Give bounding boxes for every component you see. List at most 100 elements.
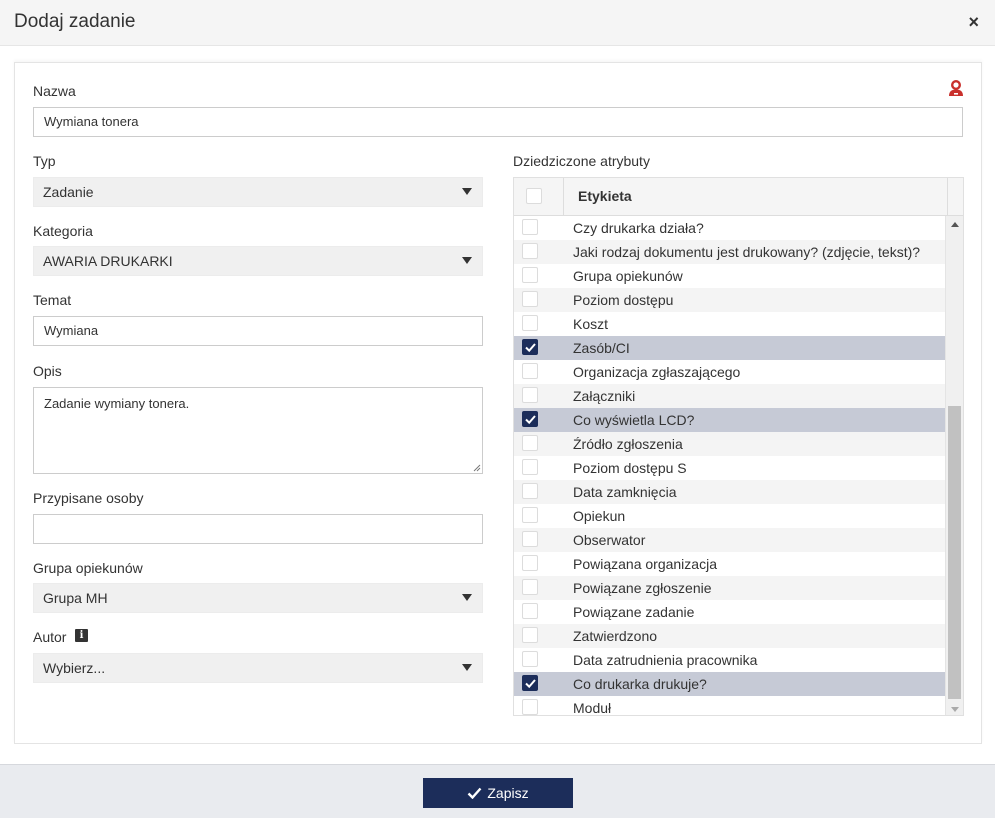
table-row[interactable]: Czy drukarka działa? xyxy=(514,216,946,240)
column-header-etykieta[interactable]: Etykieta xyxy=(578,188,632,204)
checkbox[interactable] xyxy=(522,531,538,547)
select-all-checkbox[interactable] xyxy=(526,188,542,204)
form-panel: Nazwa Wymiana tonera Typ Zadanie Kategor… xyxy=(14,62,982,744)
table-row[interactable]: Obserwator xyxy=(514,528,946,552)
table-row[interactable]: Grupa opiekunów xyxy=(514,264,946,288)
select-all-cell xyxy=(514,178,564,215)
autor-select[interactable]: Wybierz... xyxy=(33,653,483,683)
row-label: Załączniki xyxy=(573,388,636,404)
checkbox[interactable] xyxy=(522,291,538,307)
checkbox-checked[interactable] xyxy=(522,411,538,427)
checkbox[interactable] xyxy=(522,459,538,475)
row-label: Co wyświetla LCD? xyxy=(573,412,695,428)
row-label: Koszt xyxy=(573,316,609,332)
scroll-up-icon[interactable] xyxy=(951,222,959,227)
row-label: Czy drukarka działa? xyxy=(573,220,704,236)
attributes-label: Dziedziczone atrybuty xyxy=(513,153,650,169)
table-row[interactable]: Powiązane zgłoszenie xyxy=(514,576,946,600)
checkbox[interactable] xyxy=(522,483,538,499)
temat-label: Temat xyxy=(33,292,72,308)
table-header: Etykieta xyxy=(514,178,963,216)
table-row[interactable]: Zatwierdzono xyxy=(514,624,946,648)
table-row[interactable]: Organizacja zgłaszającego xyxy=(514,360,946,384)
user-alert-icon[interactable] xyxy=(948,79,964,97)
table-row[interactable]: Poziom dostępu S xyxy=(514,456,946,480)
table-row[interactable]: Co wyświetla LCD? xyxy=(514,408,946,432)
nazwa-label: Nazwa xyxy=(33,83,76,99)
attributes-rows: Czy drukarka działa? Jaki rodzaj dokument… xyxy=(514,216,946,715)
opis-textarea[interactable]: Zadanie wymiany tonera. xyxy=(33,387,483,474)
checkbox-checked[interactable] xyxy=(522,339,538,355)
checkbox[interactable] xyxy=(522,219,538,235)
checkbox[interactable] xyxy=(522,243,538,259)
row-label: Data zatrudnienia pracownika xyxy=(573,652,758,668)
resize-grip-icon[interactable] xyxy=(473,464,481,472)
checkbox[interactable] xyxy=(522,507,538,523)
chevron-down-icon xyxy=(462,257,472,264)
table-row[interactable]: Źródło zgłoszenia xyxy=(514,432,946,456)
temat-input[interactable]: Wymiana xyxy=(33,316,483,346)
scrollbar-header-spacer xyxy=(947,178,963,215)
check-icon xyxy=(525,679,536,689)
typ-value: Zadanie xyxy=(43,184,94,200)
table-row[interactable]: Załączniki xyxy=(514,384,946,408)
table-row[interactable]: Data zamknięcia xyxy=(514,480,946,504)
row-label: Obserwator xyxy=(573,532,646,548)
table-row[interactable]: Data zatrudnienia pracownika xyxy=(514,648,946,672)
table-row[interactable]: Jaki rodzaj dokumentu jest drukowany? (z… xyxy=(514,240,946,264)
table-row[interactable]: Zasób/CI xyxy=(514,336,946,360)
row-label: Powiązane zgłoszenie xyxy=(573,580,712,596)
row-label: Poziom dostępu S xyxy=(573,460,687,476)
table-row[interactable]: Moduł xyxy=(514,696,946,715)
checkbox[interactable] xyxy=(522,435,538,451)
table-row[interactable]: Co drukarka drukuje? xyxy=(514,672,946,696)
attributes-table: Etykieta Czy drukarka działa? Jaki rodzaj… xyxy=(513,177,964,716)
autor-label: Autor xyxy=(33,629,67,645)
table-row[interactable]: Koszt xyxy=(514,312,946,336)
checkbox[interactable] xyxy=(522,699,538,715)
grupa-select[interactable]: Grupa MH xyxy=(33,583,483,613)
checkbox-checked[interactable] xyxy=(522,675,538,691)
row-label: Powiązana organizacja xyxy=(573,556,717,572)
row-label: Grupa opiekunów xyxy=(573,268,683,284)
close-icon[interactable]: × xyxy=(968,12,979,32)
checkbox[interactable] xyxy=(522,603,538,619)
opis-label: Opis xyxy=(33,363,62,379)
checkbox[interactable] xyxy=(522,627,538,643)
check-icon xyxy=(468,787,482,799)
row-label: Źródło zgłoszenia xyxy=(573,436,683,452)
table-row[interactable]: Powiązane zadanie xyxy=(514,600,946,624)
scroll-down-icon[interactable] xyxy=(951,707,959,712)
row-label: Data zamknięcia xyxy=(573,484,677,500)
checkbox[interactable] xyxy=(522,387,538,403)
autor-value: Wybierz... xyxy=(43,660,106,676)
chevron-down-icon xyxy=(462,188,472,195)
row-label: Poziom dostępu xyxy=(573,292,674,308)
check-icon xyxy=(525,343,536,353)
row-label: Zatwierdzono xyxy=(573,628,658,644)
przypisane-input[interactable] xyxy=(33,514,483,544)
info-icon[interactable]: i xyxy=(75,629,88,642)
checkbox[interactable] xyxy=(522,363,538,379)
typ-select[interactable]: Zadanie xyxy=(33,177,483,207)
kategoria-value: AWARIA DRUKARKI xyxy=(43,253,173,269)
row-label: Co drukarka drukuje? xyxy=(573,676,707,692)
scrollbar-thumb[interactable] xyxy=(948,406,961,699)
dialog-title: Dodaj zadanie xyxy=(14,11,136,32)
table-row[interactable]: Poziom dostępu xyxy=(514,288,946,312)
dialog-header: Dodaj zadanie × xyxy=(0,0,995,46)
kategoria-select[interactable]: AWARIA DRUKARKI xyxy=(33,246,483,276)
checkbox[interactable] xyxy=(522,651,538,667)
table-row[interactable]: Powiązana organizacja xyxy=(514,552,946,576)
save-label: Zapisz xyxy=(487,785,529,801)
checkbox[interactable] xyxy=(522,267,538,283)
nazwa-input[interactable]: Wymiana tonera xyxy=(33,107,963,137)
grupa-label: Grupa opiekunów xyxy=(33,560,143,576)
checkbox[interactable] xyxy=(522,315,538,331)
checkbox[interactable] xyxy=(522,579,538,595)
checkbox[interactable] xyxy=(522,555,538,571)
table-scrollbar[interactable] xyxy=(945,216,963,715)
save-button[interactable]: Zapisz xyxy=(423,778,573,808)
table-row[interactable]: Opiekun xyxy=(514,504,946,528)
row-label: Zasób/CI xyxy=(573,340,630,356)
